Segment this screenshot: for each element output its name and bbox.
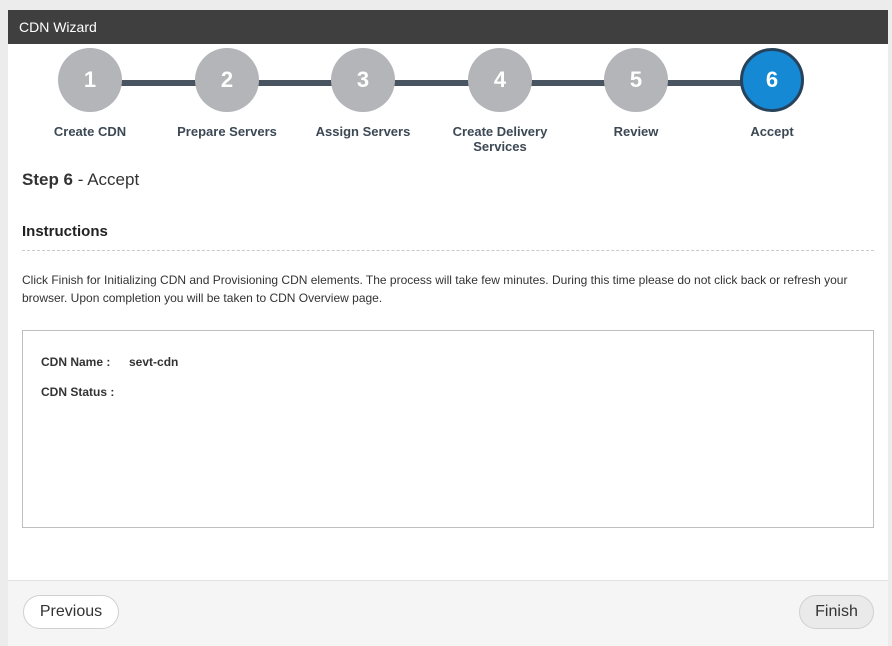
previous-button[interactable]: Previous: [23, 595, 119, 629]
step-heading-prefix: Step 6: [22, 170, 74, 189]
step-4[interactable]: 4 Create Delivery Services: [425, 48, 575, 154]
instructions-text: Click Finish for Initializing CDN and Pr…: [22, 273, 848, 305]
step-1[interactable]: 1 Create CDN: [15, 48, 165, 139]
step-3-circle: 3: [331, 48, 395, 112]
wizard-content: Step 6 - Accept Instructions Click Finis…: [8, 170, 888, 528]
step-6-active[interactable]: 6 Accept: [697, 48, 847, 139]
step-5[interactable]: 5 Review: [561, 48, 711, 139]
step-2-circle: 2: [195, 48, 259, 112]
step-3-label: Assign Servers: [315, 124, 411, 139]
step-1-circle: 1: [58, 48, 122, 112]
cdn-name-value: sevt-cdn: [129, 355, 179, 369]
window-title: CDN Wizard: [8, 10, 888, 44]
step-heading-name: Accept: [87, 170, 140, 189]
finish-button[interactable]: Finish: [799, 595, 874, 629]
step-4-circle: 4: [468, 48, 532, 112]
step-6-label: Accept: [750, 124, 794, 139]
step-heading-separator: -: [73, 170, 88, 189]
step-4-label: Create Delivery Services: [452, 124, 548, 154]
wizard-stepper: 1 Create CDN 2 Prepare Servers 3 Assign …: [8, 44, 888, 156]
instructions-heading: Instructions: [22, 223, 874, 251]
step-1-label: Create CDN: [53, 124, 127, 139]
wizard-footer: Previous Finish: [8, 580, 888, 646]
cdn-name-row: CDN Name : sevt-cdn: [41, 353, 855, 371]
step-3[interactable]: 3 Assign Servers: [288, 48, 438, 139]
cdn-summary-box: CDN Name : sevt-cdn CDN Status :: [22, 330, 874, 528]
step-2-label: Prepare Servers: [177, 124, 277, 139]
step-2[interactable]: 2 Prepare Servers: [152, 48, 302, 139]
cdn-status-label: CDN Status :: [41, 385, 115, 399]
cdn-wizard-dialog: CDN Wizard 1 Create CDN 2 Prepare Server…: [8, 10, 888, 646]
cdn-name-label: CDN Name :: [41, 355, 111, 369]
step-6-circle: 6: [740, 48, 804, 112]
step-5-circle: 5: [604, 48, 668, 112]
step-5-label: Review: [613, 124, 659, 139]
step-heading: Step 6 - Accept: [22, 170, 874, 190]
cdn-status-row: CDN Status :: [41, 383, 855, 401]
